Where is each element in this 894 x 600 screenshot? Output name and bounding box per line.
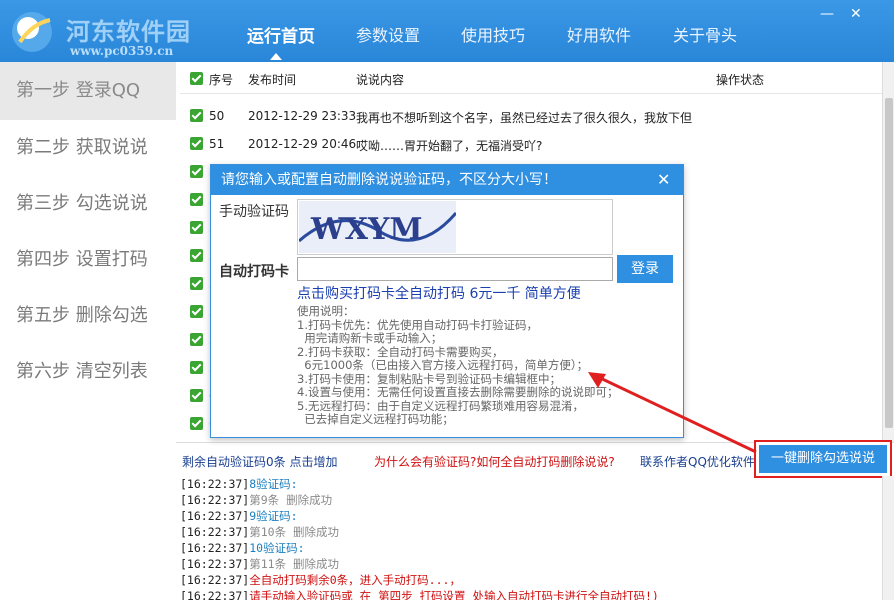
annotation-arrow (588, 372, 757, 454)
